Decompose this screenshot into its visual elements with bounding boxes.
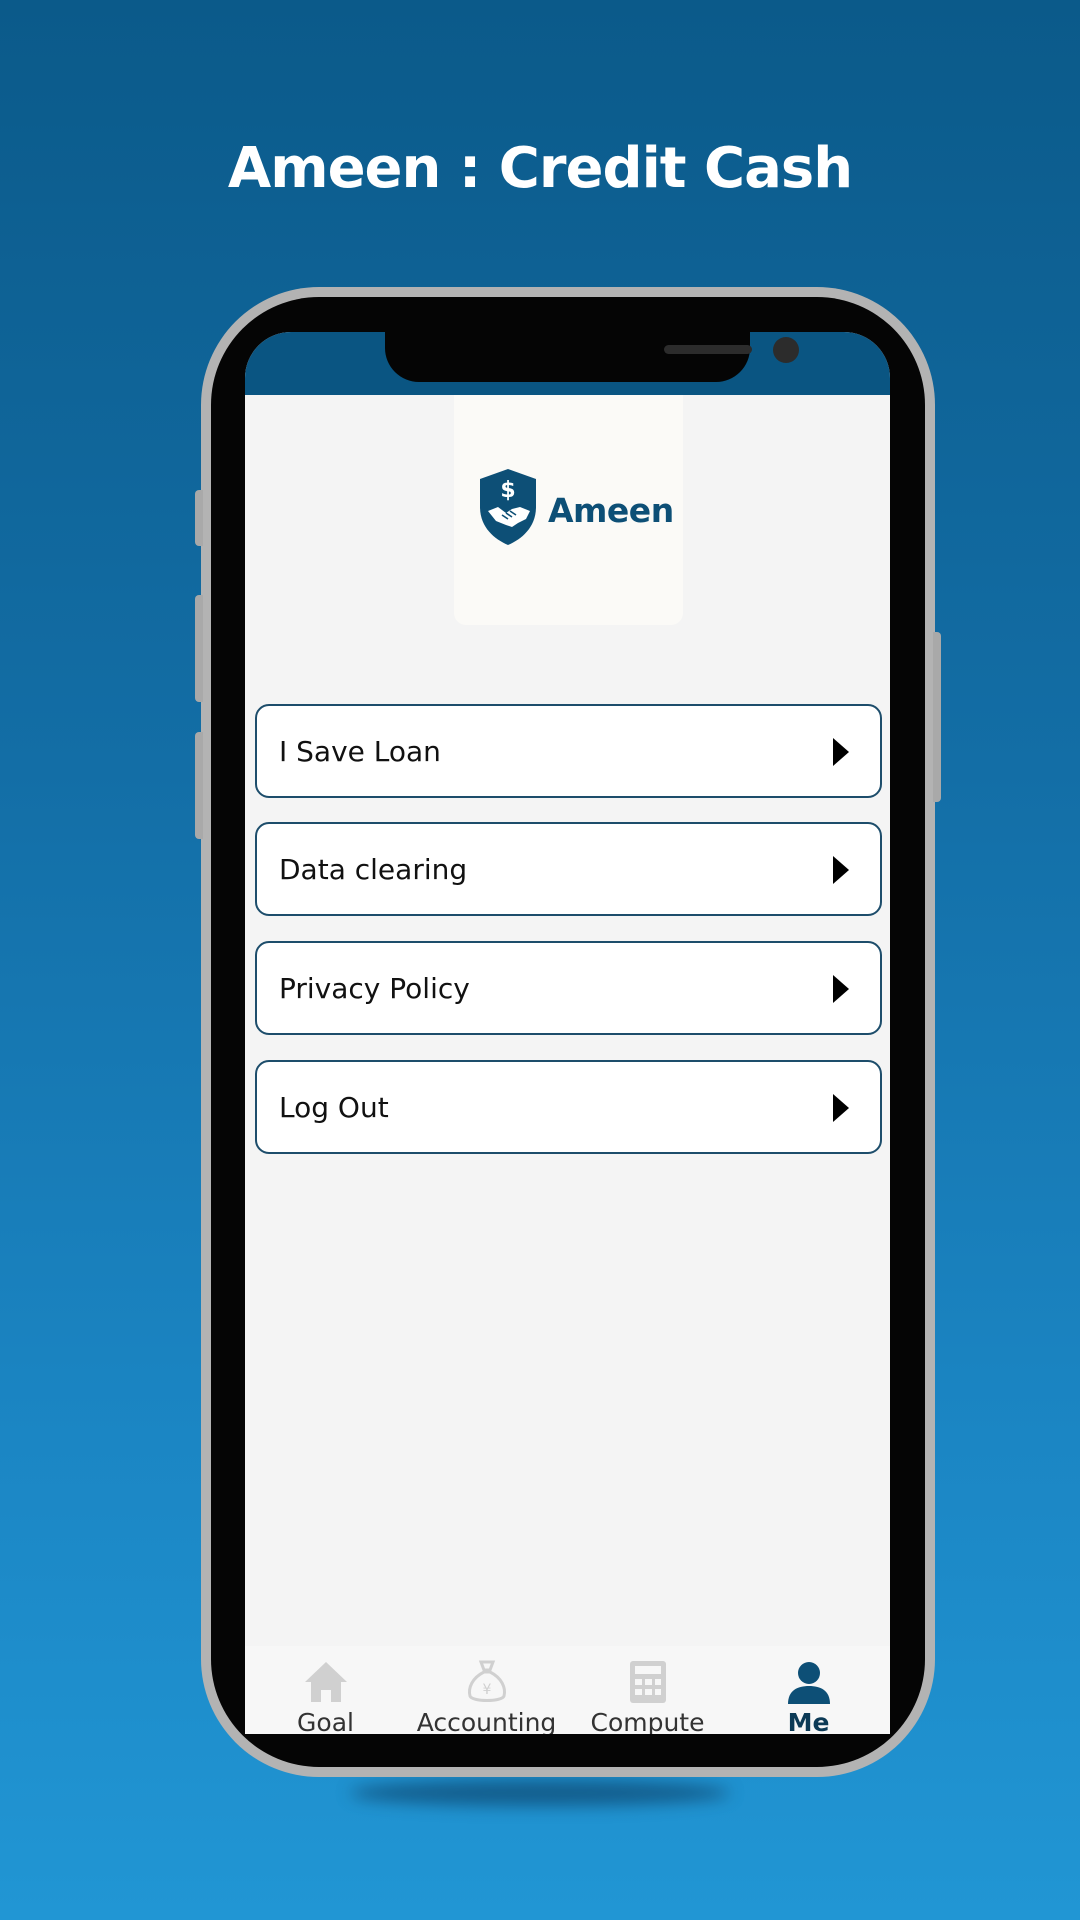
chevron-right-icon [833, 856, 849, 884]
speaker-grille [664, 345, 752, 354]
bottom-tab-bar: Goal ¥ Accounting Compute Me [245, 1646, 890, 1734]
money-bag-icon: ¥ [468, 1660, 506, 1702]
tab-accounting[interactable]: ¥ Accounting [406, 1646, 567, 1734]
calculator-icon [630, 1661, 666, 1703]
app-screen: $ Ameen I Save Loan Data clearing Privac… [245, 332, 890, 1734]
tab-label: Compute [590, 1708, 705, 1734]
menu-item-privacy-policy[interactable]: Privacy Policy [255, 941, 882, 1035]
menu-item-label: Privacy Policy [279, 972, 470, 1005]
menu-item-label: Log Out [279, 1091, 389, 1124]
menu-item-label: I Save Loan [279, 735, 441, 768]
phone-side-button [195, 732, 203, 839]
person-icon [788, 1662, 830, 1704]
phone-shadow [350, 1780, 730, 1806]
phone-side-button [195, 595, 203, 702]
tab-me[interactable]: Me [728, 1646, 889, 1734]
menu-item-data-clearing[interactable]: Data clearing [255, 822, 882, 916]
tab-goal[interactable]: Goal [245, 1646, 406, 1734]
tab-label: Me [787, 1708, 830, 1734]
phone-notch [385, 332, 799, 382]
tab-label: Goal [297, 1708, 354, 1734]
home-icon [305, 1662, 347, 1702]
phone-power-button [933, 632, 941, 802]
promo-title: Ameen : Credit Cash [227, 136, 853, 201]
svg-text:¥: ¥ [483, 1682, 492, 1698]
menu-item-i-save-loan[interactable]: I Save Loan [255, 704, 882, 798]
svg-text:$: $ [500, 478, 515, 503]
chevron-right-icon [833, 738, 849, 766]
menu-item-label: Data clearing [279, 853, 468, 886]
camera-icon [773, 337, 799, 363]
logo-text: Ameen [548, 491, 674, 530]
shield-handshake-icon: $ [480, 469, 536, 545]
chevron-right-icon [833, 1094, 849, 1122]
tab-label: Accounting [416, 1708, 557, 1734]
phone-side-button [195, 490, 203, 546]
chevron-right-icon [833, 975, 849, 1003]
tab-compute[interactable]: Compute [567, 1646, 728, 1734]
menu-item-log-out[interactable]: Log Out [255, 1060, 882, 1154]
app-logo: $ Ameen [454, 395, 683, 625]
